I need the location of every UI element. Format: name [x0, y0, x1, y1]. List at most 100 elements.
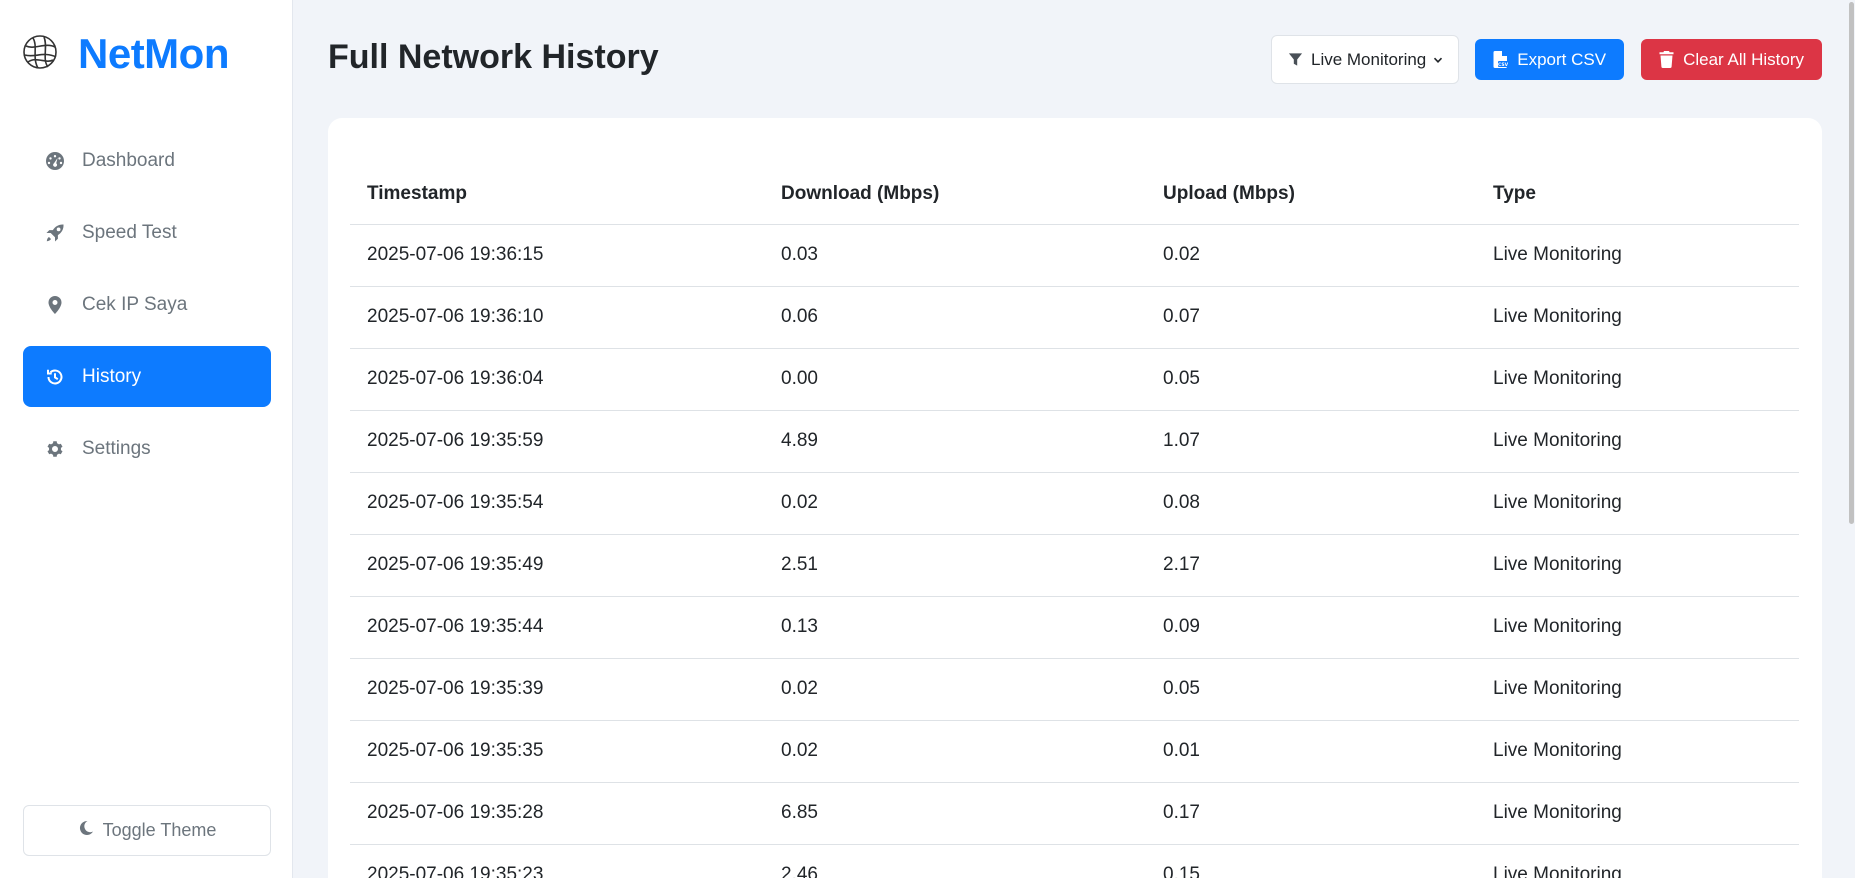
history-icon [44, 366, 66, 388]
cell-upload: 0.05 [1146, 658, 1476, 721]
cell-upload: 1.07 [1146, 410, 1476, 473]
table-row: 2025-07-06 19:35:35 0.02 0.01 Live Monit… [350, 720, 1799, 783]
cell-type: Live Monitoring [1476, 472, 1799, 535]
moon-icon [78, 820, 103, 841]
cell-timestamp: 2025-07-06 19:36:15 [350, 224, 764, 287]
cell-download: 0.02 [764, 720, 1146, 783]
cell-upload: 0.08 [1146, 472, 1476, 535]
column-header-timestamp[interactable]: Timestamp [350, 165, 764, 225]
export-csv-label: Export CSV [1517, 49, 1607, 69]
sidebar-item-cek-ip[interactable]: Cek IP Saya [23, 274, 271, 335]
export-csv-button[interactable]: CSV Export CSV [1475, 39, 1625, 80]
cell-download: 4.89 [764, 410, 1146, 473]
app-window: NetMon Dashboard Speed Test Cek IP Saya [0, 0, 1855, 878]
cell-type: Live Monitoring [1476, 224, 1799, 287]
cell-download: 0.00 [764, 348, 1146, 411]
cell-timestamp: 2025-07-06 19:35:44 [350, 596, 764, 659]
table-row: 2025-07-06 19:35:23 2.46 0.15 Live Monit… [350, 844, 1799, 878]
brand[interactable]: NetMon [22, 33, 229, 75]
trash-icon [1659, 51, 1674, 68]
sidebar-item-label: Dashboard [82, 149, 175, 171]
cell-timestamp: 2025-07-06 19:36:10 [350, 286, 764, 349]
cell-timestamp: 2025-07-06 19:35:54 [350, 472, 764, 535]
map-pin-icon [44, 294, 66, 316]
cell-type: Live Monitoring [1476, 782, 1799, 845]
cell-timestamp: 2025-07-06 19:35:35 [350, 720, 764, 783]
filter-icon [1288, 53, 1303, 66]
cell-timestamp: 2025-07-06 19:35:49 [350, 534, 764, 597]
table-row: 2025-07-06 19:35:59 4.89 1.07 Live Monit… [350, 410, 1799, 473]
cell-type: Live Monitoring [1476, 658, 1799, 721]
toolbar: Live Monitoring CSV Export CSV Clear All… [1270, 35, 1822, 84]
column-header-upload[interactable]: Upload (Mbps) [1146, 165, 1476, 225]
cell-timestamp: 2025-07-06 19:35:23 [350, 844, 764, 878]
cell-download: 6.85 [764, 782, 1146, 845]
cell-upload: 0.17 [1146, 782, 1476, 845]
rocket-icon [44, 222, 66, 244]
cell-download: 0.06 [764, 286, 1146, 349]
sidebar-item-settings[interactable]: Settings [23, 418, 271, 479]
gear-icon [44, 438, 66, 460]
sidebar-nav: Dashboard Speed Test Cek IP Saya History [23, 130, 271, 490]
main-content: Full Network History Live Monitoring CSV… [293, 0, 1855, 878]
globe-icon [22, 34, 58, 75]
filter-selected-label: Live Monitoring [1310, 49, 1427, 69]
sidebar-item-dashboard[interactable]: Dashboard [23, 130, 271, 191]
cell-download: 0.13 [764, 596, 1146, 659]
cell-upload: 0.09 [1146, 596, 1476, 659]
cell-type: Live Monitoring [1476, 410, 1799, 473]
cell-type: Live Monitoring [1476, 286, 1799, 349]
file-csv-icon: CSV [1493, 51, 1509, 68]
cell-upload: 0.02 [1146, 224, 1476, 287]
cell-download: 2.51 [764, 534, 1146, 597]
history-card: Timestamp Download (Mbps) Upload (Mbps) … [328, 118, 1822, 878]
cell-timestamp: 2025-07-06 19:35:39 [350, 658, 764, 721]
table-row: 2025-07-06 19:35:28 6.85 0.17 Live Monit… [350, 782, 1799, 845]
table-row: 2025-07-06 19:35:44 0.13 0.09 Live Monit… [350, 596, 1799, 659]
cell-timestamp: 2025-07-06 19:35:28 [350, 782, 764, 845]
cell-timestamp: 2025-07-06 19:35:59 [350, 410, 764, 473]
cell-type: Live Monitoring [1476, 348, 1799, 411]
svg-text:CSV: CSV [1498, 62, 1508, 68]
cell-download: 0.02 [764, 472, 1146, 535]
cell-upload: 0.05 [1146, 348, 1476, 411]
sidebar-item-history[interactable]: History [23, 346, 271, 407]
table-header-row: Timestamp Download (Mbps) Upload (Mbps) … [350, 165, 1799, 225]
sidebar-item-label: History [82, 365, 142, 387]
sidebar-item-label: Settings [82, 437, 151, 459]
table-row: 2025-07-06 19:36:04 0.00 0.05 Live Monit… [350, 348, 1799, 411]
gauge-icon [44, 150, 66, 172]
sidebar-item-label: Cek IP Saya [82, 293, 188, 315]
brand-name: NetMon [78, 30, 229, 77]
scrollbar-thumb[interactable] [1849, 2, 1854, 524]
table-row: 2025-07-06 19:36:15 0.03 0.02 Live Monit… [350, 224, 1799, 287]
table-row: 2025-07-06 19:36:10 0.06 0.07 Live Monit… [350, 286, 1799, 349]
cell-download: 2.46 [764, 844, 1146, 878]
cell-download: 0.03 [764, 224, 1146, 287]
clear-history-button[interactable]: Clear All History [1641, 39, 1822, 80]
table-row: 2025-07-06 19:35:49 2.51 2.17 Live Monit… [350, 534, 1799, 597]
table-row: 2025-07-06 19:35:39 0.02 0.05 Live Monit… [350, 658, 1799, 721]
column-header-type[interactable]: Type [1476, 165, 1799, 225]
clear-history-label: Clear All History [1683, 49, 1804, 69]
cell-upload: 2.17 [1146, 534, 1476, 597]
column-header-download[interactable]: Download (Mbps) [764, 165, 1146, 225]
cell-upload: 0.01 [1146, 720, 1476, 783]
history-table: Timestamp Download (Mbps) Upload (Mbps) … [350, 165, 1799, 878]
page-title: Full Network History [328, 38, 659, 76]
cell-type: Live Monitoring [1476, 534, 1799, 597]
sidebar-item-label: Speed Test [82, 221, 177, 243]
toggle-theme-label: Toggle Theme [102, 820, 217, 840]
sidebar: NetMon Dashboard Speed Test Cek IP Saya [0, 0, 293, 878]
table-row: 2025-07-06 19:35:54 0.02 0.08 Live Monit… [350, 472, 1799, 535]
chevron-down-icon [1434, 57, 1443, 63]
cell-upload: 0.07 [1146, 286, 1476, 349]
toggle-theme-button[interactable]: Toggle Theme [23, 805, 271, 856]
cell-download: 0.02 [764, 658, 1146, 721]
cell-timestamp: 2025-07-06 19:36:04 [350, 348, 764, 411]
cell-upload: 0.15 [1146, 844, 1476, 878]
sidebar-item-speed-test[interactable]: Speed Test [23, 202, 271, 263]
filter-dropdown[interactable]: Live Monitoring [1270, 35, 1460, 84]
cell-type: Live Monitoring [1476, 844, 1799, 878]
page-scrollbar[interactable] [1847, 0, 1855, 878]
